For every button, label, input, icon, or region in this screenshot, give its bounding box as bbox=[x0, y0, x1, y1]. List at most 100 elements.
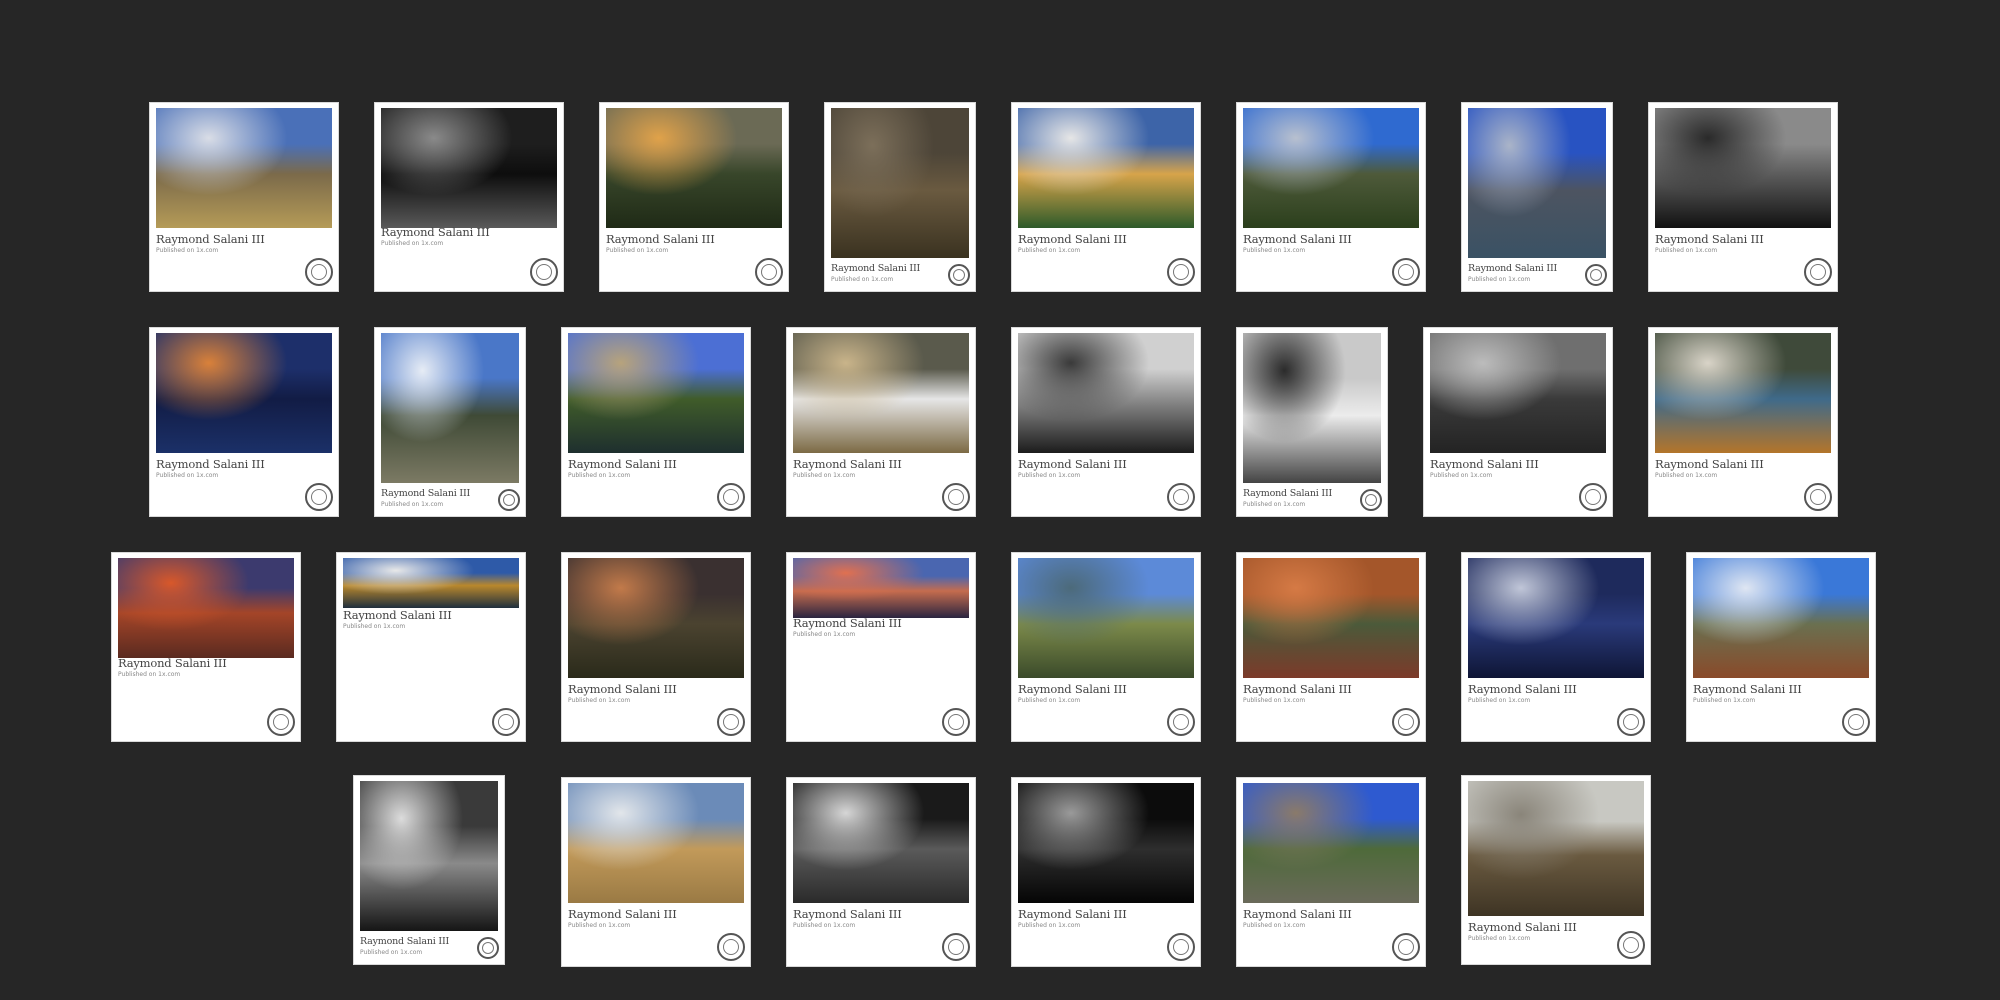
photographer-name[interactable]: Raymond Salani III bbox=[1018, 682, 1127, 696]
photo-card[interactable]: Raymond Salani III Published on 1x.com bbox=[1686, 552, 1876, 742]
photographer-name[interactable]: Raymond Salani III bbox=[1018, 232, 1127, 246]
published-caption: Published on 1x.com bbox=[1018, 697, 1081, 704]
photo-card[interactable]: Raymond Salani III Published on 1x.com bbox=[1236, 552, 1426, 742]
published-caption: Published on 1x.com bbox=[1243, 247, 1306, 254]
photographer-name[interactable]: Raymond Salani III bbox=[1468, 682, 1577, 696]
photo-thumbnail[interactable] bbox=[1468, 781, 1644, 916]
photographer-name[interactable]: Raymond Salani III bbox=[568, 682, 677, 696]
photographer-name[interactable]: Raymond Salani III bbox=[1018, 907, 1127, 921]
photo-thumbnail[interactable] bbox=[118, 558, 294, 658]
photo-thumbnail[interactable] bbox=[381, 108, 557, 228]
photo-card[interactable]: Raymond Salani III Published on 1x.com bbox=[1011, 777, 1201, 967]
photo-card[interactable]: Raymond Salani III Published on 1x.com bbox=[1011, 102, 1201, 292]
photo-thumbnail[interactable] bbox=[1243, 783, 1419, 903]
photographer-name[interactable]: Raymond Salani III bbox=[1243, 682, 1352, 696]
photo-thumbnail[interactable] bbox=[381, 333, 519, 483]
photo-card[interactable]: Raymond Salani III Published on 1x.com bbox=[1236, 777, 1426, 967]
photographer-name[interactable]: Raymond Salani III bbox=[1243, 232, 1352, 246]
published-caption: Published on 1x.com bbox=[1243, 922, 1306, 929]
photo-thumbnail[interactable] bbox=[1430, 333, 1606, 453]
photographer-name[interactable]: Raymond Salani III bbox=[156, 457, 265, 471]
photo-thumbnail[interactable] bbox=[1018, 333, 1194, 453]
photo-card[interactable]: Raymond Salani III Published on 1x.com bbox=[149, 102, 339, 292]
photographer-name[interactable]: Raymond Salani III bbox=[606, 232, 715, 246]
photographer-name[interactable]: Raymond Salani III bbox=[793, 616, 902, 630]
photo-thumbnail[interactable] bbox=[606, 108, 782, 228]
published-caption: Published on 1x.com bbox=[1693, 697, 1756, 704]
photographer-name[interactable]: Raymond Salani III bbox=[1243, 488, 1332, 499]
photo-thumbnail[interactable] bbox=[360, 781, 498, 931]
photographer-name[interactable]: Raymond Salani III bbox=[360, 936, 449, 947]
photo-thumbnail[interactable] bbox=[1018, 558, 1194, 678]
photo-thumbnail[interactable] bbox=[1693, 558, 1869, 678]
photo-thumbnail[interactable] bbox=[1468, 108, 1606, 258]
photo-card[interactable]: Raymond Salani III Published on 1x.com bbox=[1011, 552, 1201, 742]
photographer-name[interactable]: Raymond Salani III bbox=[793, 907, 902, 921]
photo-card[interactable]: Raymond Salani III Published on 1x.com bbox=[353, 775, 505, 965]
photographer-name[interactable]: Raymond Salani III bbox=[1655, 457, 1764, 471]
photo-card[interactable]: Raymond Salani III Published on 1x.com bbox=[786, 327, 976, 517]
photo-card[interactable]: Raymond Salani III Published on 1x.com bbox=[1461, 552, 1651, 742]
photographer-name[interactable]: Raymond Salani III bbox=[568, 907, 677, 921]
photo-thumbnail[interactable] bbox=[156, 333, 332, 453]
photo-thumbnail[interactable] bbox=[1018, 783, 1194, 903]
photo-thumbnail[interactable] bbox=[793, 558, 969, 618]
photo-thumbnail[interactable] bbox=[156, 108, 332, 228]
photo-card[interactable]: Raymond Salani III Published on 1x.com bbox=[1236, 327, 1388, 517]
photo-card[interactable]: Raymond Salani III Published on 1x.com bbox=[824, 102, 976, 292]
photo-card[interactable]: Raymond Salani III Published on 1x.com bbox=[786, 777, 976, 967]
photographer-name[interactable]: Raymond Salani III bbox=[1430, 457, 1539, 471]
photographer-name[interactable]: Raymond Salani III bbox=[793, 457, 902, 471]
photographer-name[interactable]: Raymond Salani III bbox=[381, 225, 490, 239]
photo-card[interactable]: Raymond Salani III Published on 1x.com bbox=[786, 552, 976, 742]
photo-card[interactable]: Raymond Salani III Published on 1x.com bbox=[561, 777, 751, 967]
photo-thumbnail[interactable] bbox=[568, 333, 744, 453]
photo-card[interactable]: Raymond Salani III Published on 1x.com bbox=[1648, 102, 1838, 292]
photo-thumbnail[interactable] bbox=[568, 783, 744, 903]
seal-icon bbox=[1392, 708, 1420, 736]
photo-card[interactable]: Raymond Salani III Published on 1x.com bbox=[1423, 327, 1613, 517]
photo-card[interactable]: Raymond Salani III Published on 1x.com bbox=[1648, 327, 1838, 517]
photographer-name[interactable]: Raymond Salani III bbox=[118, 656, 227, 670]
photo-thumbnail[interactable] bbox=[1655, 108, 1831, 228]
photo-card[interactable]: Raymond Salani III Published on 1x.com bbox=[561, 552, 751, 742]
photo-thumbnail[interactable] bbox=[1018, 108, 1194, 228]
photo-card[interactable]: Raymond Salani III Published on 1x.com bbox=[111, 552, 301, 742]
photo-thumbnail[interactable] bbox=[568, 558, 744, 678]
photo-thumbnail[interactable] bbox=[1468, 558, 1644, 678]
photographer-name[interactable]: Raymond Salani III bbox=[831, 263, 920, 274]
published-caption: Published on 1x.com bbox=[606, 247, 669, 254]
photographer-name[interactable]: Raymond Salani III bbox=[1655, 232, 1764, 246]
photo-thumbnail[interactable] bbox=[343, 558, 519, 608]
photo-card[interactable]: Raymond Salani III Published on 1x.com bbox=[599, 102, 789, 292]
photographer-name[interactable]: Raymond Salani III bbox=[1468, 920, 1577, 934]
photographer-name[interactable]: Raymond Salani III bbox=[1243, 907, 1352, 921]
published-caption: Published on 1x.com bbox=[360, 949, 423, 956]
photo-thumbnail[interactable] bbox=[1243, 108, 1419, 228]
photographer-name[interactable]: Raymond Salani III bbox=[1018, 457, 1127, 471]
photographer-name[interactable]: Raymond Salani III bbox=[156, 232, 265, 246]
photo-card[interactable]: Raymond Salani III Published on 1x.com bbox=[374, 327, 526, 517]
published-caption: Published on 1x.com bbox=[793, 922, 856, 929]
photographer-name[interactable]: Raymond Salani III bbox=[1693, 682, 1802, 696]
photo-card[interactable]: Raymond Salani III Published on 1x.com bbox=[1461, 102, 1613, 292]
photo-card[interactable]: Raymond Salani III Published on 1x.com bbox=[1461, 775, 1651, 965]
photo-card[interactable]: Raymond Salani III Published on 1x.com bbox=[561, 327, 751, 517]
photo-thumbnail[interactable] bbox=[1655, 333, 1831, 453]
photo-thumbnail[interactable] bbox=[1243, 558, 1419, 678]
photographer-name[interactable]: Raymond Salani III bbox=[343, 608, 452, 622]
photo-card[interactable]: Raymond Salani III Published on 1x.com bbox=[1011, 327, 1201, 517]
seal-icon bbox=[948, 264, 970, 286]
seal-icon bbox=[1392, 933, 1420, 961]
photo-card[interactable]: Raymond Salani III Published on 1x.com bbox=[149, 327, 339, 517]
photographer-name[interactable]: Raymond Salani III bbox=[1468, 263, 1557, 274]
photo-card[interactable]: Raymond Salani III Published on 1x.com bbox=[374, 102, 564, 292]
photo-thumbnail[interactable] bbox=[793, 333, 969, 453]
photo-thumbnail[interactable] bbox=[831, 108, 969, 258]
photo-thumbnail[interactable] bbox=[793, 783, 969, 903]
photo-card[interactable]: Raymond Salani III Published on 1x.com bbox=[336, 552, 526, 742]
photo-card[interactable]: Raymond Salani III Published on 1x.com bbox=[1236, 102, 1426, 292]
photo-thumbnail[interactable] bbox=[1243, 333, 1381, 483]
photographer-name[interactable]: Raymond Salani III bbox=[568, 457, 677, 471]
photographer-name[interactable]: Raymond Salani III bbox=[381, 488, 470, 499]
